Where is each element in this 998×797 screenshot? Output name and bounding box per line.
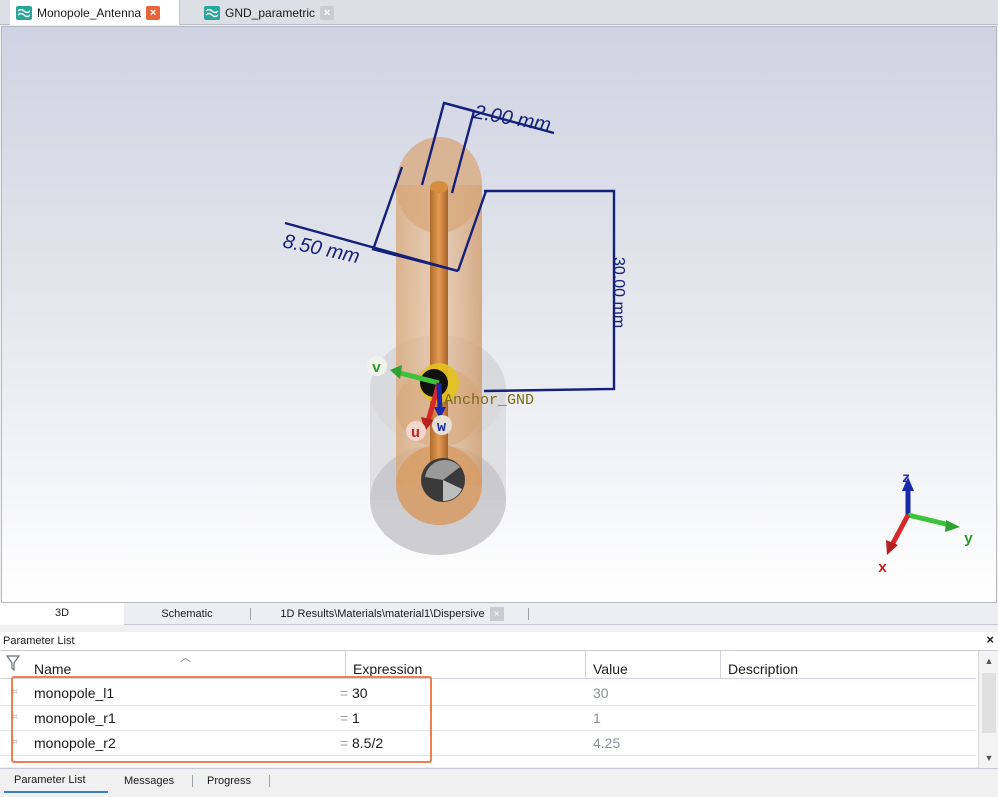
param-value: 4.25 [593, 735, 621, 751]
tab-label: GND_parametric [225, 5, 316, 20]
tab-monopole-antenna[interactable]: Monopole_Antenna × [10, 0, 180, 25]
tab-separator [269, 775, 270, 787]
dim-right-text: 30.00 mm [610, 257, 627, 328]
dim-left-text: 8.50 mm [281, 230, 362, 268]
x-axis-label: x [878, 560, 887, 577]
z-axis-label: z [902, 471, 910, 487]
scroll-thumb[interactable] [982, 673, 996, 733]
document-tab-bar: Monopole_Antenna × GND_parametric × [0, 0, 998, 25]
tab-gnd-parametric[interactable]: GND_parametric × [198, 0, 346, 25]
tab-label: 3D [54, 607, 70, 619]
v-axis-label: v [372, 360, 381, 377]
tab-label: Progress [207, 775, 252, 787]
model-view: 2.00 mm 8.50 mm 30.00 mm Anchor_GND v u … [281, 101, 973, 577]
param-value: 30 [593, 685, 609, 701]
antenna-icon [204, 5, 220, 20]
column-expression[interactable]: Expression [353, 661, 422, 677]
column-separator [345, 651, 346, 679]
sort-icon: ︿ [180, 652, 191, 664]
column-value[interactable]: Value [593, 661, 628, 677]
view-tab-bar: 3D Schematic 1D Results\Materials\materi… [0, 603, 998, 625]
dim-top-text: 2.00 mm [471, 101, 552, 136]
scroll-down-icon[interactable]: ▼ [981, 750, 997, 766]
tab-dispersive[interactable]: 1D Results\Materials\material1\Dispersiv… [258, 603, 526, 625]
param-value: 1 [593, 710, 601, 726]
tab-3d[interactable]: 3D [0, 603, 124, 625]
tab-messages[interactable]: Messages [124, 769, 174, 793]
close-icon[interactable]: × [489, 607, 504, 621]
port-bottom [421, 458, 465, 502]
close-icon[interactable]: × [320, 5, 335, 20]
column-separator [720, 651, 721, 679]
tab-separator [250, 608, 251, 620]
scroll-up-icon[interactable]: ▲ [981, 653, 997, 669]
tab-separator [528, 608, 529, 620]
vertical-scrollbar[interactable]: ▲ ▼ [978, 651, 998, 768]
anchor-label: Anchor_GND [444, 392, 534, 409]
bottom-tab-bar: Parameter List Messages Progress [0, 768, 998, 797]
y-axis-label: y [964, 531, 973, 548]
tab-label: Messages [124, 775, 175, 787]
tab-label: Monopole_Antenna [37, 5, 142, 20]
highlight-box [11, 676, 432, 763]
panel-title: Parameter List [0, 632, 998, 650]
antenna-icon [16, 5, 32, 20]
table-header: Name ︿ Expression Value Description [0, 651, 976, 679]
close-icon[interactable]: × [146, 5, 161, 20]
u-axis-label: u [411, 425, 420, 442]
tab-separator [192, 775, 193, 787]
close-panel-icon[interactable]: × [986, 632, 994, 647]
3d-viewport[interactable]: 2.00 mm 8.50 mm 30.00 mm Anchor_GND v u … [1, 26, 997, 603]
filter-icon[interactable] [6, 655, 20, 671]
tab-schematic[interactable]: Schematic [124, 603, 250, 625]
column-description[interactable]: Description [728, 661, 798, 677]
global-axes: z y x [878, 471, 973, 577]
column-name[interactable]: Name [34, 661, 71, 677]
tab-label: Schematic [161, 608, 213, 620]
tab-label: Parameter List [14, 774, 86, 786]
tab-parameter-list[interactable]: Parameter List [4, 769, 108, 793]
column-separator [585, 651, 586, 679]
w-axis-label: w [437, 419, 446, 436]
tab-label: 1D Results\Materials\material1\Dispersiv… [280, 608, 485, 620]
tab-progress[interactable]: Progress [207, 769, 251, 793]
